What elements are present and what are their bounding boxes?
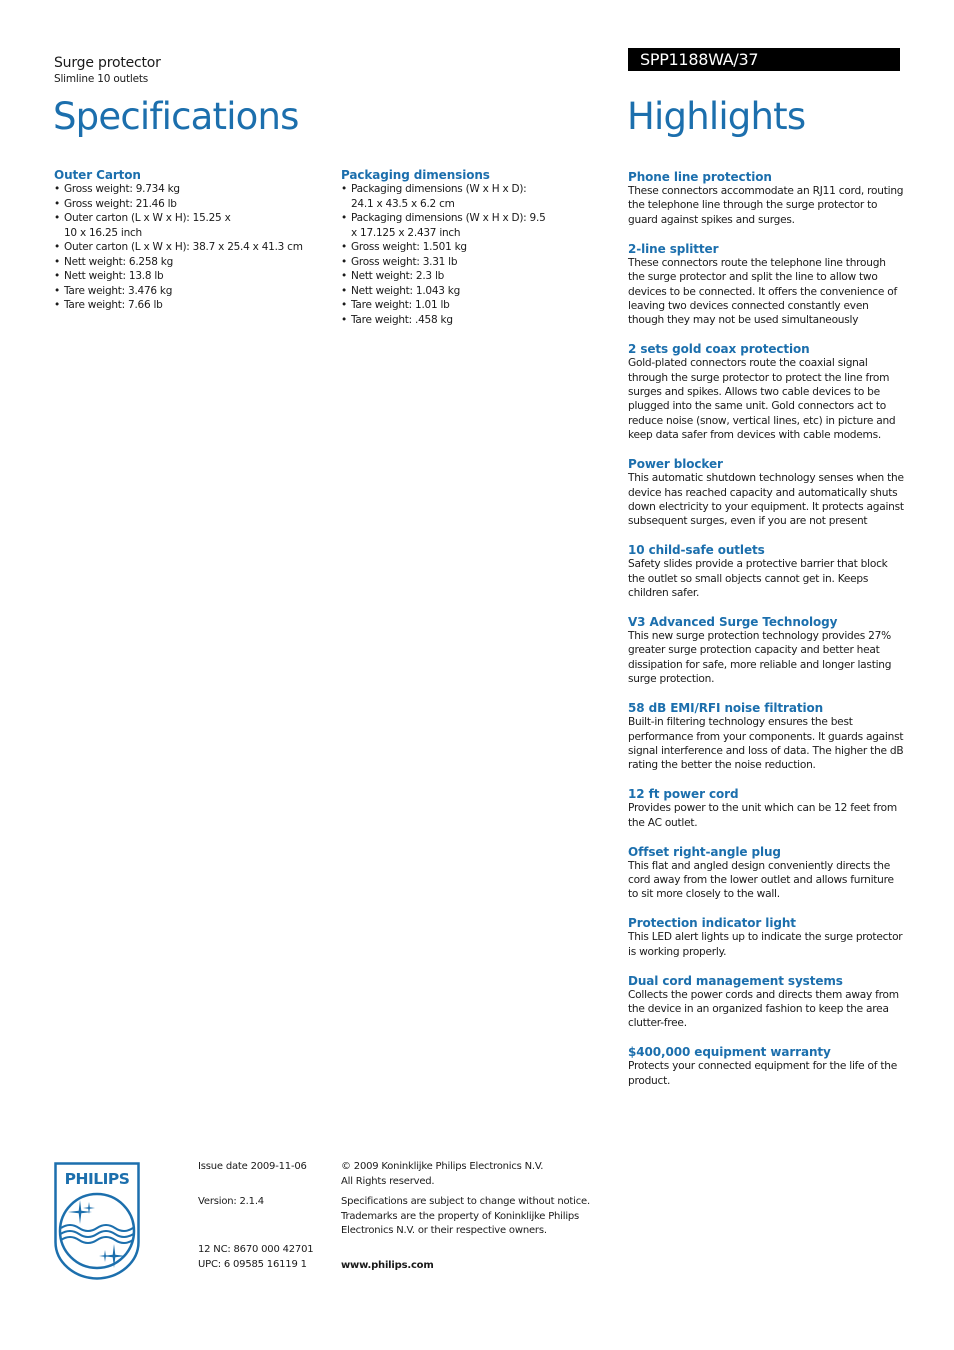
spec-item: • Packaging dimensions (W x H x D): 9.5 x…	[341, 212, 546, 239]
spec-item: • Outer carton (L x W x H): 38.7 x 25.4 x…	[54, 241, 303, 253]
highlight-item: Phone line protection These connectors a…	[628, 170, 904, 227]
footer-legal: © 2009 Koninklijke Philips Electronics N…	[341, 1160, 611, 1273]
highlight-body: This new surge protection technology pro…	[628, 630, 892, 686]
highlights-list: Phone line protection These connectors a…	[628, 170, 904, 1103]
model-number-bar: SPP1188WA/37	[628, 48, 900, 71]
spec-section-packaging-dimensions: Packaging dimensions • Packaging dimensio…	[341, 168, 581, 327]
highlight-title: Dual cord management systems	[628, 973, 843, 988]
highlight-title: 2-line splitter	[628, 241, 719, 256]
bullet-icon: •	[54, 197, 60, 210]
bullet-icon: •	[54, 255, 60, 268]
spec-section-heading: Packaging dimensions	[341, 168, 490, 182]
highlight-body: These connectors route the telephone lin…	[628, 256, 897, 327]
highlight-title: Protection indicator light	[628, 916, 796, 931]
highlight-title: 2 sets gold coax protection	[628, 342, 810, 357]
highlight-item: V3 Advanced Surge Technology This new su…	[628, 615, 904, 687]
spec-item: • Nett weight: 13.8 lb	[54, 270, 164, 282]
highlight-body: This automatic shutdown technology sense…	[628, 472, 904, 528]
highlight-title: Offset right-angle plug	[628, 844, 781, 859]
nc-number: 12 NC: 8670 000 42701	[198, 1244, 314, 1255]
version: Version: 2.1.4	[198, 1195, 264, 1207]
highlight-body: This LED alert lights up to indicate the…	[628, 931, 903, 958]
highlight-item: 10 child-safe outlets Safety slides prov…	[628, 543, 904, 600]
spec-item: • Gross weight: 1.501 kg	[341, 241, 467, 253]
spec-item: • Tare weight: 1.01 lb	[341, 299, 450, 311]
highlight-body: Provides power to the unit which can be …	[628, 802, 897, 829]
logo-text: PHILIPS	[65, 1170, 130, 1188]
specifications-title: Specifications	[53, 95, 299, 138]
highlight-title: 58 dB EMI/RFI noise filtration	[628, 701, 824, 716]
copyright-line: All Rights reserved.	[341, 1175, 435, 1187]
highlight-item: 2 sets gold coax protection Gold-plated …	[628, 342, 904, 442]
highlight-item: Offset right-angle plug This flat and an…	[628, 845, 904, 902]
footer-meta: Issue date 2009-11-06 Version: 2.1.4 12 …	[198, 1160, 333, 1272]
bullet-icon: •	[341, 212, 347, 224]
highlight-item: 58 dB EMI/RFI noise filtration Built-in …	[628, 701, 904, 773]
bullet-icon: •	[54, 284, 60, 297]
bullet-icon: •	[54, 183, 60, 195]
spec-item: • Gross weight: 9.734 kg	[54, 183, 180, 195]
highlight-body: Gold-plated connectors route the coaxial…	[628, 357, 896, 442]
highlight-item: Protection indicator light This LED aler…	[628, 916, 904, 959]
website-link[interactable]: www.philips.com	[341, 1259, 611, 1274]
spec-list: • Packaging dimensions (W x H x D): 24.1 …	[341, 182, 581, 327]
bullet-icon: •	[341, 284, 347, 297]
highlight-body: Safety slides provide a protective barri…	[628, 558, 888, 600]
bullet-icon: •	[54, 212, 60, 224]
highlight-title: 10 child-safe outlets	[628, 543, 765, 558]
philips-logo: PHILIPS	[54, 1162, 140, 1280]
bullet-icon: •	[54, 241, 60, 253]
highlight-body: These connectors accommodate an RJ11 cor…	[628, 185, 904, 226]
spec-item: • Nett weight: 1.043 kg	[341, 284, 461, 297]
highlight-item: Power blocker This automatic shutdown te…	[628, 457, 904, 529]
model-number: SPP1188WA/37	[640, 50, 759, 69]
spec-list: • Gross weight: 9.734 kg • Gross weight: 2…	[54, 182, 334, 313]
highlight-title: 12 ft power cord	[628, 787, 739, 802]
highlight-body: Built-in filtering technology ensures th…	[628, 716, 904, 772]
highlight-title: $400,000 equipment warranty	[628, 1045, 831, 1060]
bullet-icon: •	[54, 299, 60, 311]
spec-item: • Tare weight: .458 kg	[341, 313, 453, 326]
disclaimer-line: Trademarks are the property of Koninklij…	[341, 1210, 580, 1222]
spec-item: • Tare weight: 7.66 lb	[54, 299, 163, 311]
highlight-title: Phone line protection	[628, 170, 772, 184]
highlight-body: Protects your connected equipment for th…	[628, 1060, 897, 1087]
upc-number: UPC: 6 09585 16119 1	[198, 1258, 307, 1270]
bullet-icon: •	[341, 183, 347, 195]
highlight-title: V3 Advanced Surge Technology	[628, 615, 838, 630]
highlight-item: Dual cord management systems Collects th…	[628, 974, 904, 1031]
bullet-icon: •	[341, 255, 347, 268]
disclaimer-line: Electronics N.V. or their respective own…	[341, 1225, 547, 1236]
spec-section-outer-carton: Outer Carton • Gross weight: 9.734 kg • Gr…	[54, 168, 334, 313]
highlight-body: Collects the power cords and directs the…	[628, 988, 899, 1030]
highlight-item: 2-line splitter These connectors route t…	[628, 242, 904, 328]
bullet-icon: •	[341, 270, 347, 282]
highlight-title: Power blocker	[628, 457, 723, 472]
spec-item: • Gross weight: 21.46 lb	[54, 197, 177, 210]
highlight-body: This flat and angled design conveniently…	[628, 859, 894, 901]
copyright-line: © 2009 Koninklijke Philips Electronics N…	[341, 1161, 544, 1172]
bullet-icon: •	[341, 241, 347, 253]
spec-item: • Nett weight: 2.3 lb	[341, 270, 445, 282]
spec-item: • Nett weight: 6.258 kg	[54, 255, 174, 268]
spec-section-heading: Outer Carton	[54, 168, 141, 182]
philips-shield-icon: PHILIPS	[54, 1162, 140, 1280]
spec-item: • Tare weight: 3.476 kg	[54, 284, 173, 297]
highlight-item: $400,000 equipment warranty Protects you…	[628, 1045, 904, 1088]
spec-item: • Gross weight: 3.31 lb	[341, 255, 458, 268]
highlight-item: 12 ft power cord Provides power to the u…	[628, 787, 904, 830]
bullet-icon: •	[54, 270, 60, 282]
spec-item: • Outer carton (L x W x H): 15.25 x 10 x …	[54, 212, 231, 239]
product-subtitle: Slimline 10 outlets	[54, 73, 149, 85]
product-name: Surge protector	[54, 55, 161, 71]
issue-date: Issue date 2009-11-06	[198, 1161, 307, 1172]
highlights-title: Highlights	[627, 95, 806, 138]
bullet-icon: •	[341, 299, 347, 311]
disclaimer-line: Specifications are subject to change wit…	[341, 1196, 590, 1207]
spec-item: • Packaging dimensions (W x H x D): 24.1 …	[341, 183, 527, 210]
bullet-icon: •	[341, 313, 347, 326]
